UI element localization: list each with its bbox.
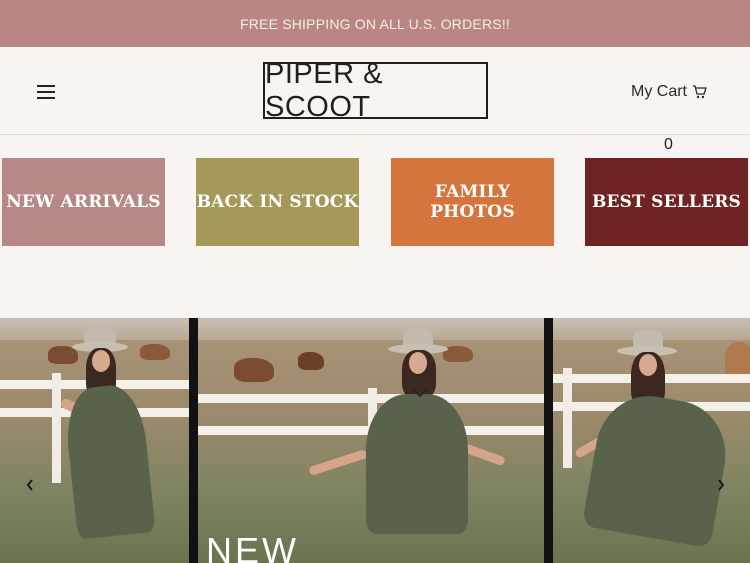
tile-best-sellers[interactable]: BEST SELLERS	[585, 158, 748, 246]
tile-label: NEW ARRIVALS	[6, 192, 161, 212]
announcement-text: FREE SHIPPING ON ALL U.S. ORDERS!!	[239, 15, 510, 32]
hero-headline: NEW	[206, 530, 299, 563]
tile-label: BEST SELLERS	[591, 192, 742, 212]
announcement-bar: FREE SHIPPING ON ALL U.S. ORDERS!!	[0, 0, 750, 47]
hero-slideshow[interactable]	[0, 318, 750, 563]
hero-photo-2	[198, 318, 544, 563]
chevron-down-icon[interactable]	[412, 386, 428, 398]
tile-back-in-stock[interactable]: BACK IN STOCK	[196, 158, 359, 246]
cart-label: My Cart	[631, 83, 687, 100]
tile-label: FAMILY PHOTOS	[430, 182, 515, 222]
cart-link[interactable]: My Cart	[631, 83, 707, 101]
tile-family-photos[interactable]: FAMILY PHOTOS	[391, 158, 554, 246]
tile-new-arrivals[interactable]: NEW ARRIVALS	[2, 158, 165, 246]
shopping-cart-icon	[693, 85, 707, 99]
chevron-right-icon[interactable]	[714, 477, 728, 493]
tile-label: BACK IN STOCK	[196, 192, 359, 212]
hero-photo-3	[553, 318, 750, 563]
logo-text: PIPER & SCOOT	[265, 57, 383, 123]
hamburger-menu-icon[interactable]	[37, 85, 55, 99]
site-header: PIPER & SCOOT My Cart	[0, 47, 750, 135]
chevron-left-icon[interactable]	[23, 477, 37, 493]
hero-photo-1	[0, 318, 189, 563]
site-logo[interactable]: PIPER & SCOOT	[263, 58, 488, 123]
cart-count: 0	[664, 136, 673, 153]
